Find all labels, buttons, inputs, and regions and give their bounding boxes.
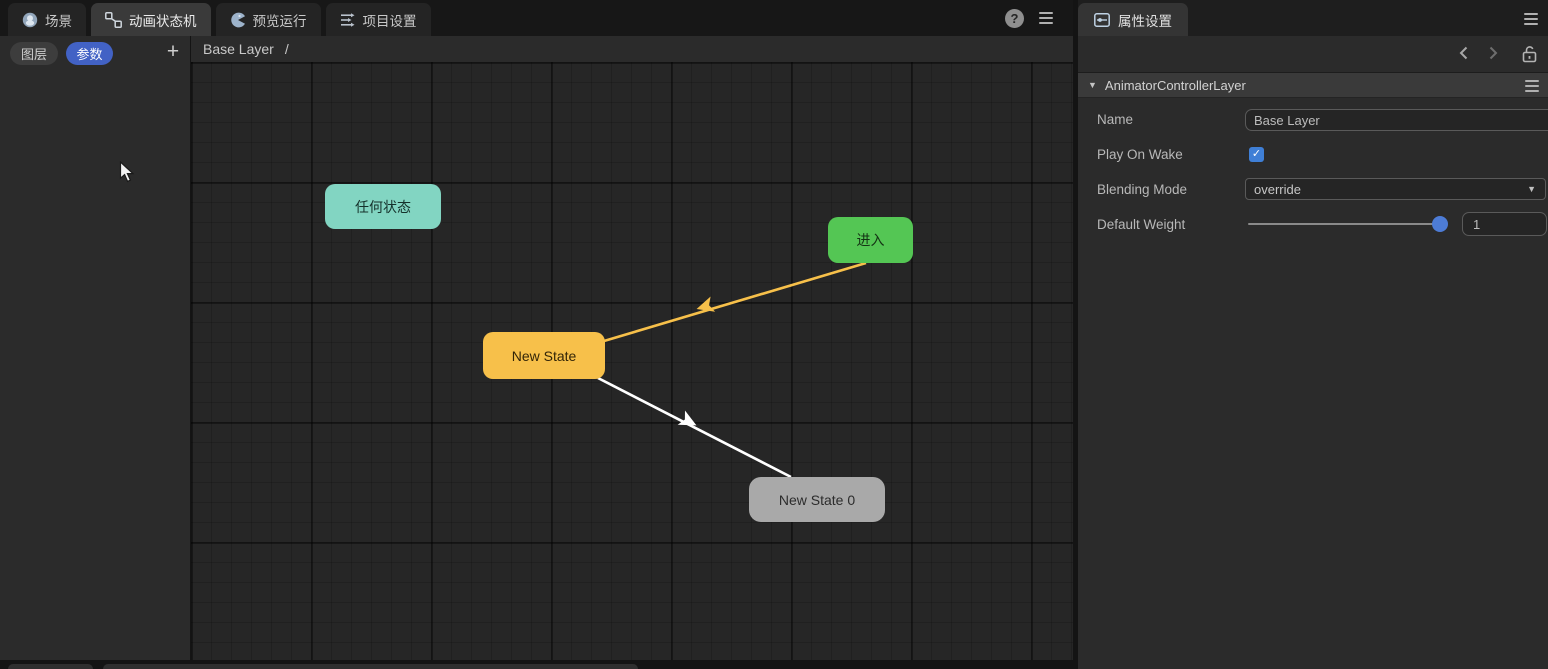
component-title: AnimatorControllerLayer — [1105, 78, 1246, 93]
inspector-toolbar — [1078, 36, 1548, 73]
menu-icon[interactable] — [1039, 12, 1053, 24]
component-section-header[interactable]: ▼ AnimatorControllerLayer — [1078, 73, 1548, 98]
tab-preview-run[interactable]: 预览运行 — [216, 3, 321, 36]
editor-tab-bar: 场景 动画状态机 预览运行 — [0, 0, 1073, 36]
state-machine-canvas: Base Layer / 任何状态 进入 New State New State… — [191, 36, 1073, 660]
blending-mode-value: override — [1254, 182, 1301, 197]
layers-tab-button[interactable]: 图层 — [10, 42, 58, 65]
component-menu-icon[interactable] — [1525, 80, 1539, 92]
parameters-tab-button[interactable]: 参数 — [66, 42, 113, 65]
default-weight-slider-thumb[interactable] — [1432, 216, 1448, 232]
check-icon: ✓ — [1252, 149, 1261, 160]
tab-property-settings[interactable]: 属性设置 — [1078, 3, 1188, 36]
help-icon[interactable]: ? — [1005, 9, 1024, 28]
breadcrumb-layer-name[interactable]: Base Layer — [203, 41, 274, 57]
default-weight-input[interactable] — [1462, 212, 1547, 236]
bottom-dock-tab — [103, 664, 638, 669]
graph-grid[interactable]: 任何状态 进入 New State New State 0 — [191, 62, 1073, 660]
name-input[interactable] — [1245, 109, 1548, 131]
play-on-wake-checkbox[interactable]: ✓ — [1249, 147, 1264, 162]
state-machine-icon — [105, 12, 122, 28]
app-window: 场景 动画状态机 预览运行 — [0, 0, 1548, 669]
history-forward-icon[interactable] — [1485, 45, 1501, 61]
tab-project-settings[interactable]: 项目设置 — [326, 3, 431, 36]
play-on-wake-label: Play On Wake — [1097, 147, 1183, 162]
breadcrumb: Base Layer / — [191, 36, 1073, 62]
bottom-dock-strip — [0, 660, 1073, 669]
scene-icon — [22, 12, 38, 28]
add-parameter-button[interactable]: + — [160, 39, 186, 65]
tab-animator-state-machine[interactable]: 动画状态机 — [91, 3, 211, 36]
transition-entry-to-new-state — [604, 263, 866, 341]
tab-animator-label: 动画状态机 — [129, 10, 197, 30]
property-settings-icon — [1094, 13, 1110, 27]
tab-project-settings-label: 项目设置 — [363, 10, 417, 30]
preview-run-icon — [230, 12, 246, 28]
inspector-panel: 属性设置 ▼ AnimatorControllerLayer Name — [1078, 0, 1548, 669]
topbar-actions: ? — [1005, 0, 1071, 36]
tab-property-settings-label: 属性设置 — [1118, 10, 1172, 30]
transition-new-state-to-new-state-0 — [598, 378, 791, 477]
node-new-state-0[interactable]: New State 0 — [749, 477, 885, 522]
node-any-state[interactable]: 任何状态 — [325, 184, 441, 229]
project-settings-icon — [340, 12, 356, 28]
history-back-icon[interactable] — [1456, 45, 1472, 61]
bottom-dock-tab — [8, 664, 93, 669]
inspector-menu-icon[interactable] — [1524, 13, 1538, 25]
tab-scene-label: 场景 — [45, 10, 72, 30]
transition-edges — [191, 62, 1073, 660]
blending-mode-label: Blending Mode — [1097, 182, 1187, 197]
inspector-tab-bar: 属性设置 — [1078, 0, 1548, 36]
breadcrumb-separator: / — [285, 41, 289, 57]
default-weight-slider-track[interactable] — [1248, 223, 1440, 225]
tab-scene[interactable]: 场景 — [8, 3, 86, 36]
node-new-state[interactable]: New State — [483, 332, 605, 379]
default-weight-label: Default Weight — [1097, 217, 1185, 232]
mouse-cursor — [119, 161, 137, 184]
lock-icon[interactable] — [1521, 45, 1538, 63]
tab-preview-label: 预览运行 — [253, 10, 307, 30]
layers-parameters-panel: 图层 参数 + — [0, 36, 190, 660]
dropdown-caret-icon: ▼ — [1527, 184, 1536, 194]
collapse-arrow-icon[interactable]: ▼ — [1088, 80, 1097, 90]
name-label: Name — [1097, 112, 1133, 127]
blending-mode-select[interactable]: override ▼ — [1245, 178, 1546, 200]
node-entry[interactable]: 进入 — [828, 217, 913, 263]
